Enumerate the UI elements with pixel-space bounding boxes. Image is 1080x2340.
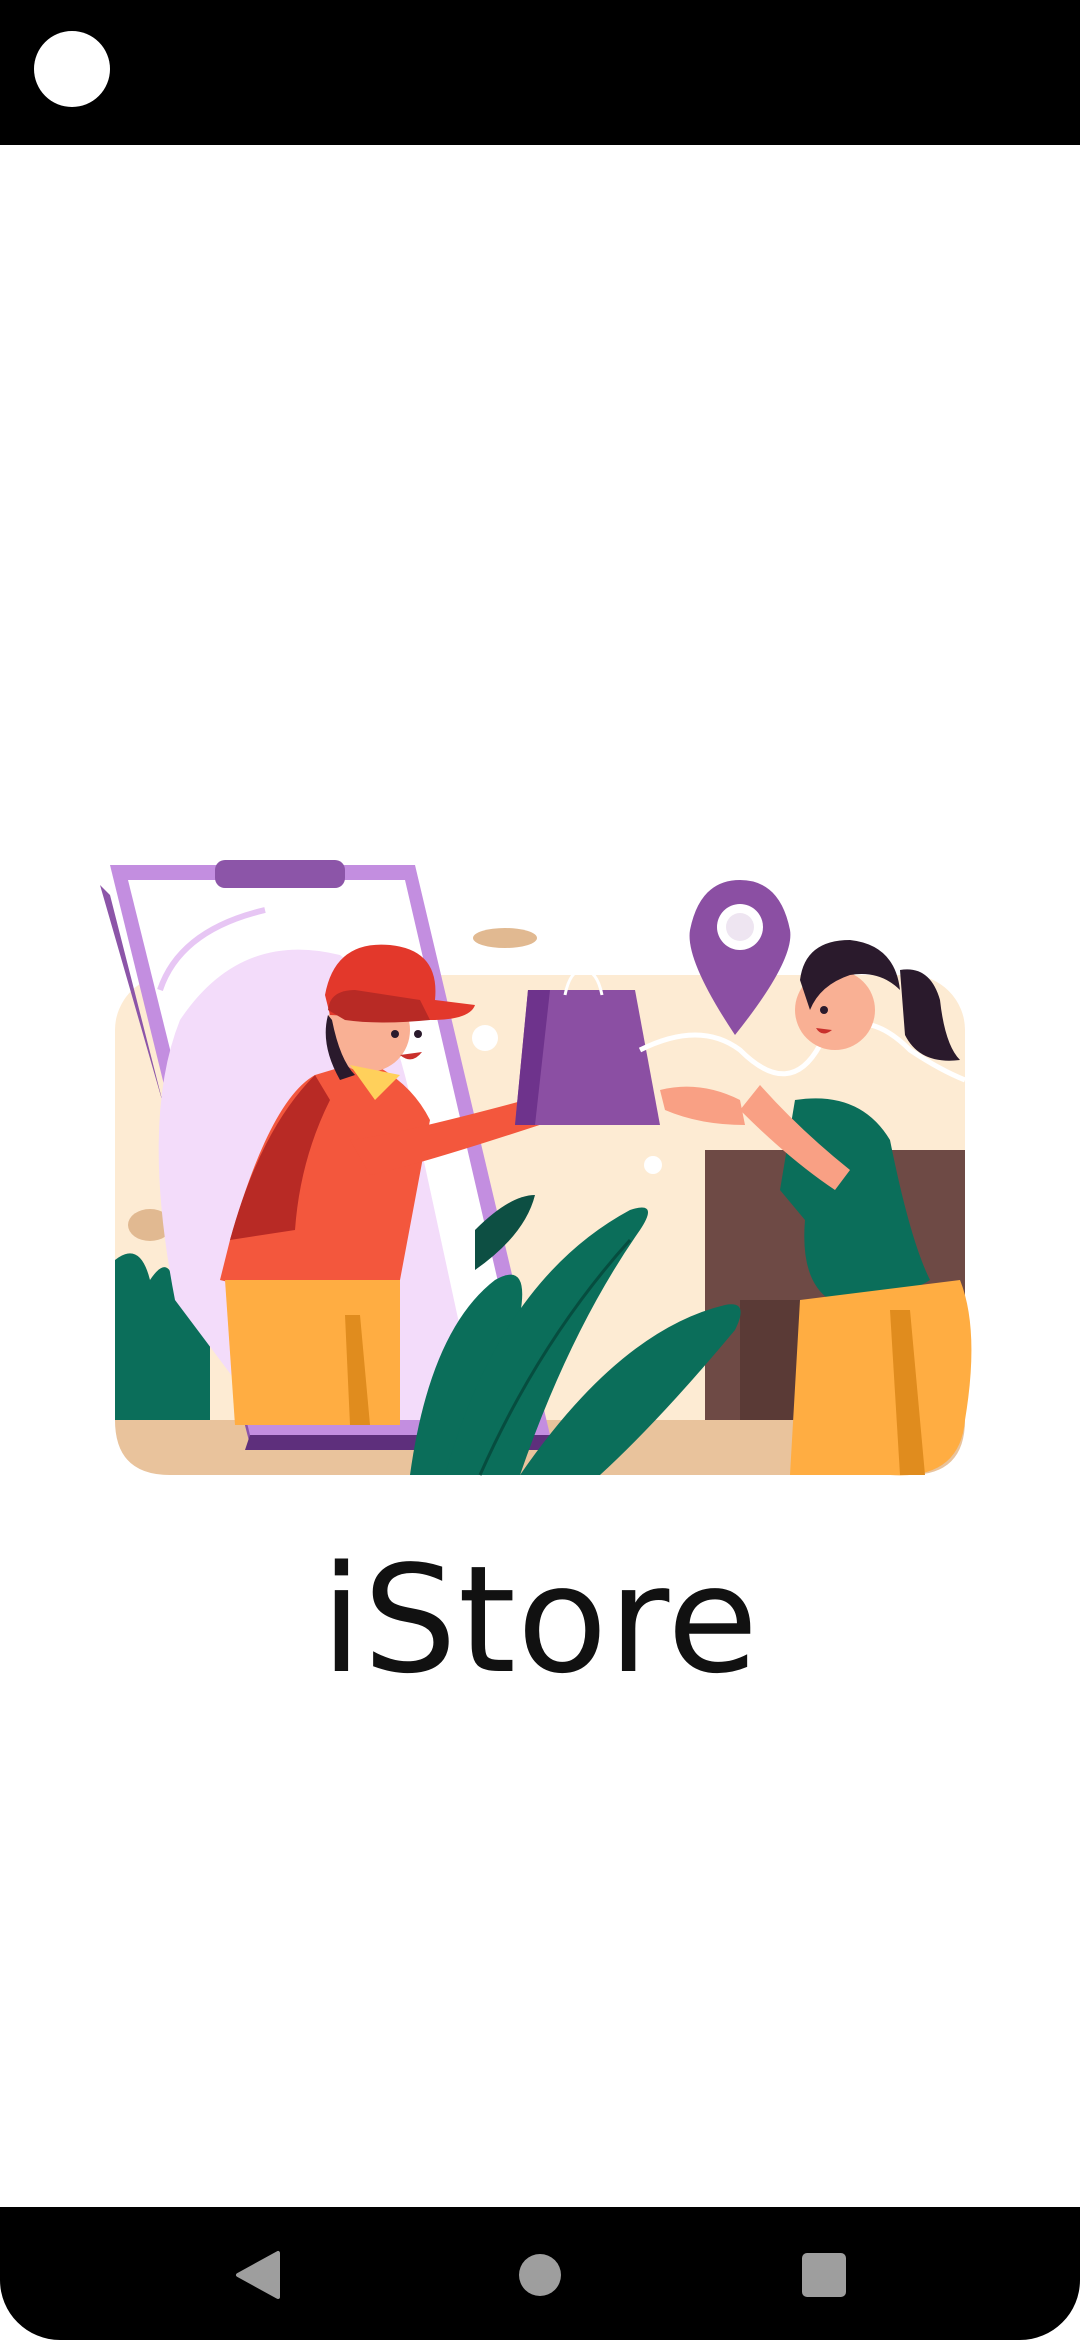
navigation-bar: [0, 2207, 1080, 2340]
delivery-illustration: [100, 860, 972, 1476]
camera-cutout: [34, 31, 110, 107]
back-triangle-icon[interactable]: [230, 2247, 286, 2303]
status-bar: [0, 0, 1080, 145]
home-circle-icon[interactable]: [512, 2247, 568, 2303]
recents-square-icon[interactable]: [796, 2247, 852, 2303]
app-title: iStore: [320, 1534, 760, 1706]
